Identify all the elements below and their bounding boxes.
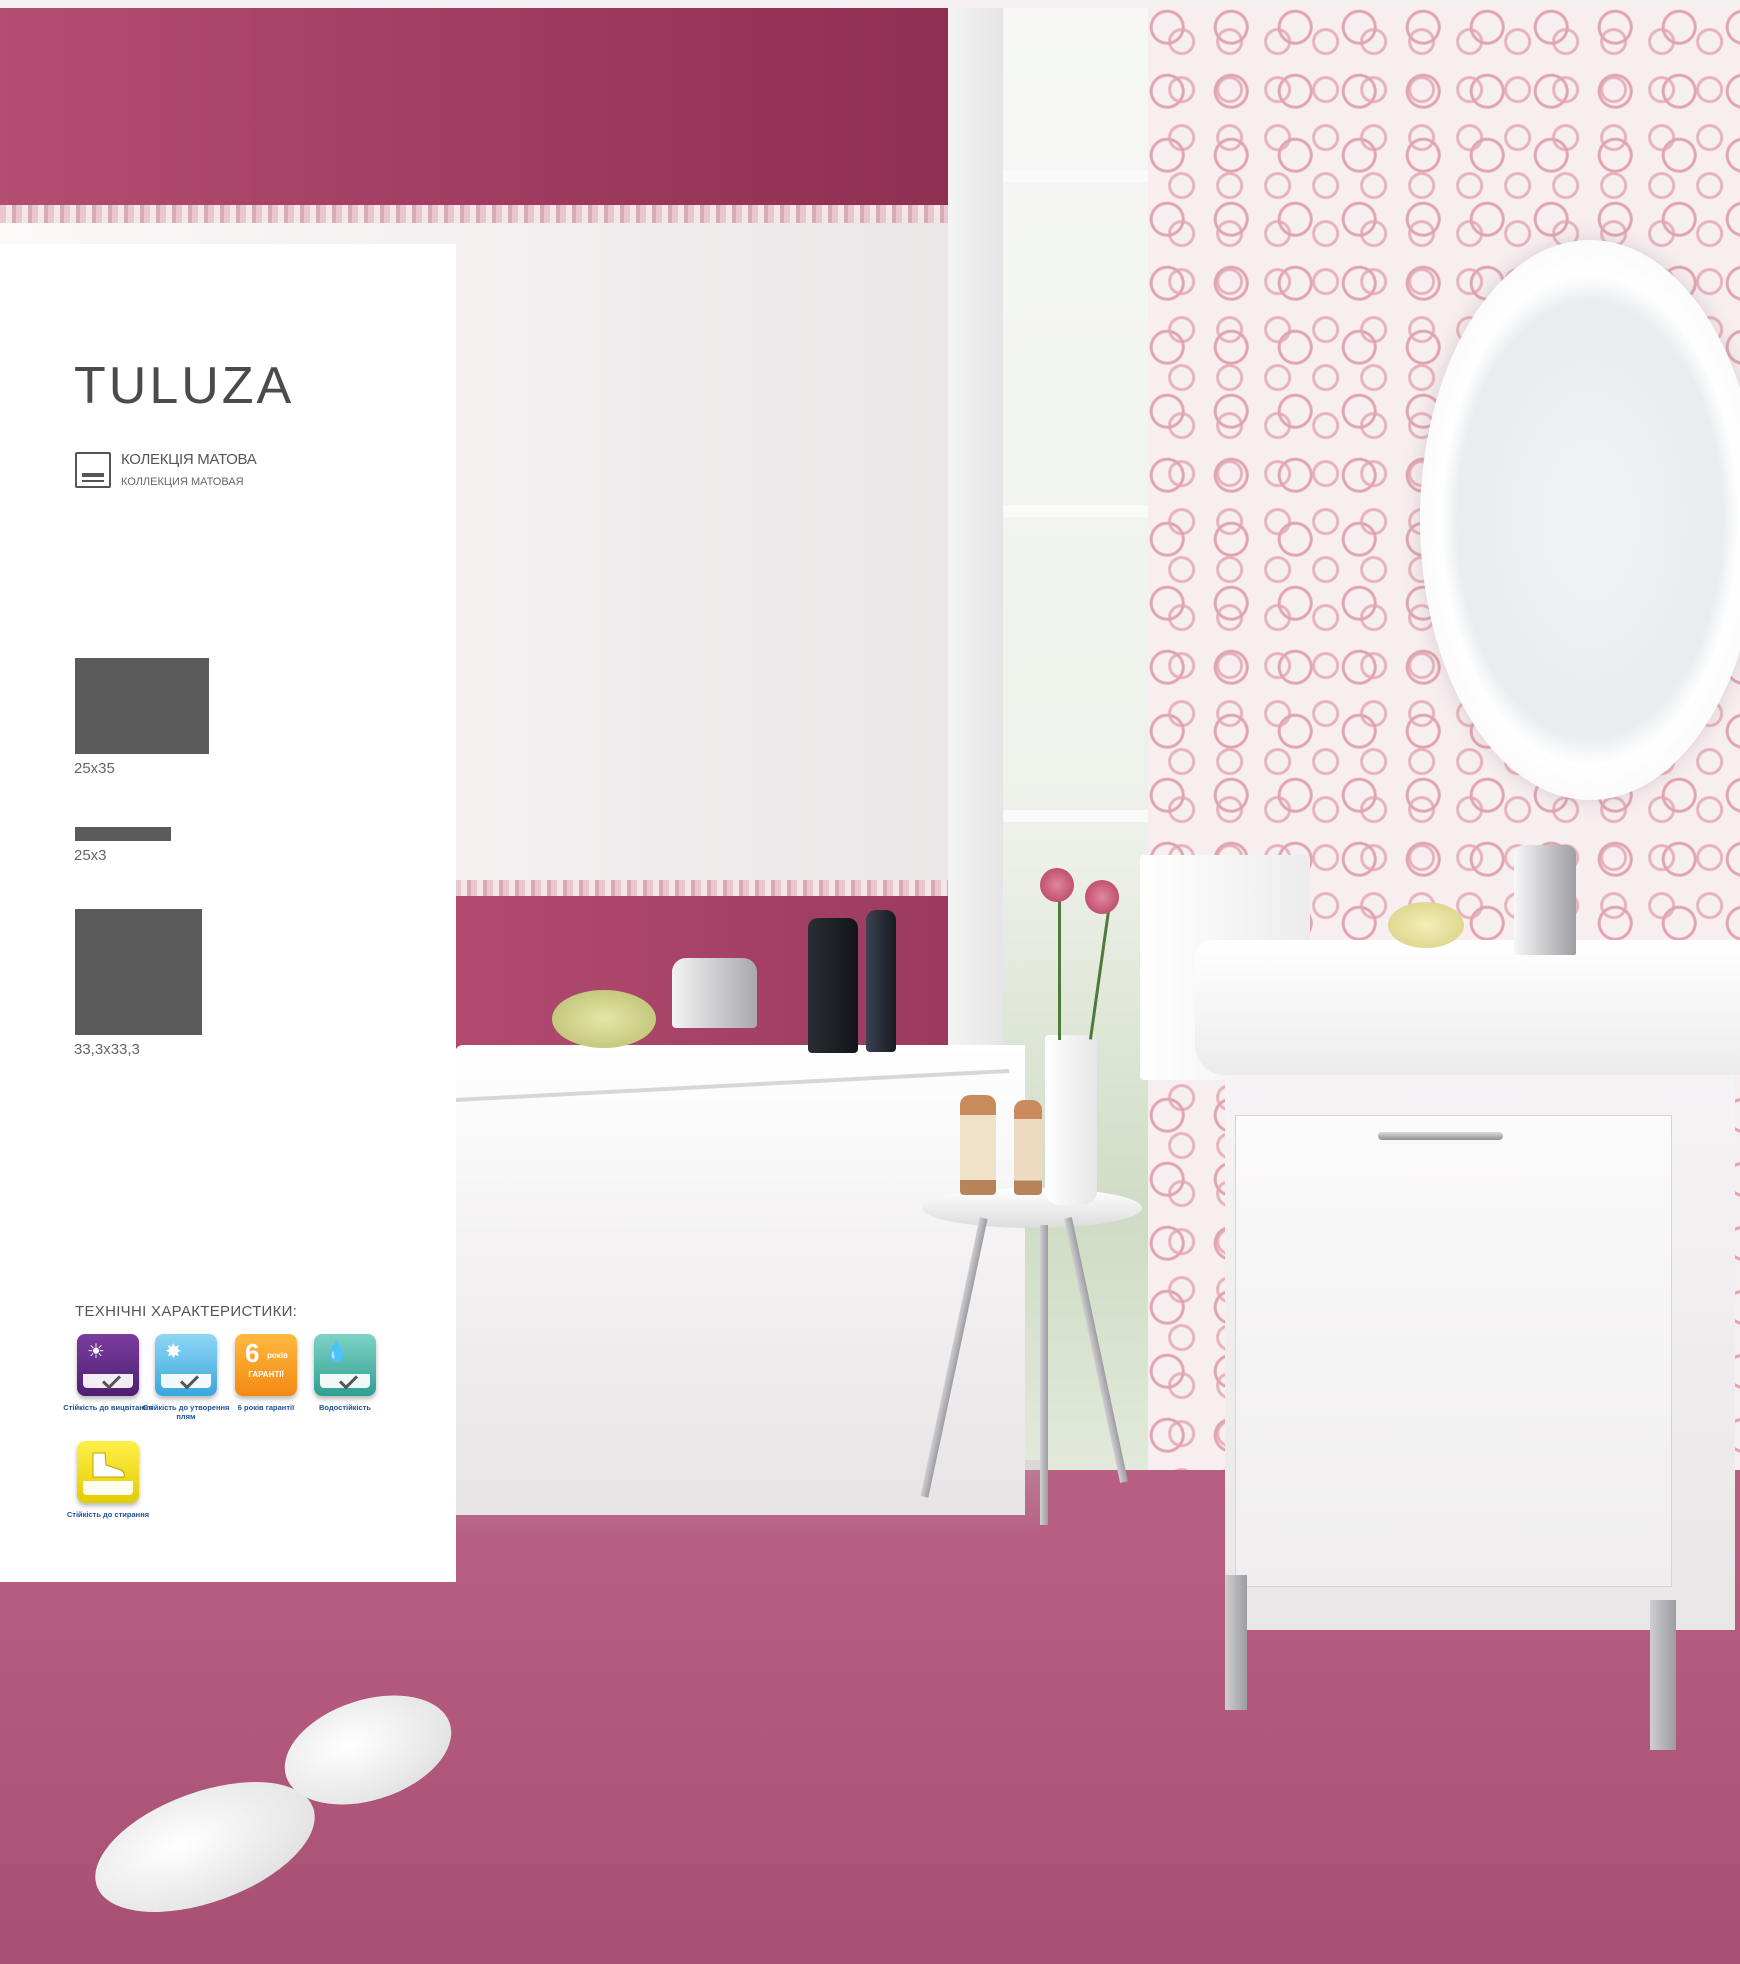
washbasin bbox=[1195, 940, 1740, 1075]
cabinet-handle bbox=[1378, 1132, 1503, 1140]
feature-water-resistance: 💧 Водостійкість bbox=[300, 1334, 390, 1412]
soap bbox=[1388, 902, 1464, 948]
finish-label-ru: КОЛЛЕКЦИЯ МАТОВАЯ bbox=[121, 476, 244, 488]
flower-stem bbox=[1058, 900, 1061, 1040]
rose-flower bbox=[1085, 880, 1119, 914]
gel-bottle bbox=[866, 910, 896, 1052]
stool-leg bbox=[1040, 1225, 1048, 1525]
basin-faucet bbox=[1514, 845, 1576, 955]
feature-label: Стійкість до вицвітання bbox=[63, 1403, 153, 1412]
rose-flower bbox=[1040, 868, 1074, 902]
feature-label: Стійкість до утворення плям bbox=[142, 1403, 230, 1421]
shampoo-bottle bbox=[808, 918, 858, 1053]
feature-label: Стійкість до стирання bbox=[66, 1510, 150, 1519]
sponge bbox=[552, 990, 656, 1048]
sun-fade-icon: ☀ bbox=[77, 1334, 139, 1396]
round-mirror bbox=[1420, 240, 1740, 800]
tile-size-label: 25x35 bbox=[74, 760, 115, 777]
feature-fade-resistance: ☀ Стійкість до вицвітання bbox=[63, 1334, 153, 1412]
feature-stain-resistance: ✸ Стійкість до утворення плям bbox=[141, 1334, 231, 1421]
bath-faucet bbox=[672, 958, 757, 1028]
matte-finish-icon bbox=[75, 452, 111, 488]
vase bbox=[1045, 1035, 1097, 1205]
feature-label: 6 років гарантії bbox=[237, 1403, 295, 1412]
warranty-icon: 6 років ГАРАНТІЇ bbox=[235, 1334, 297, 1396]
cabinet-leg bbox=[1650, 1600, 1676, 1750]
boot-icon bbox=[77, 1441, 139, 1503]
cabinet-leg bbox=[1225, 1575, 1247, 1710]
window-mullion bbox=[1003, 810, 1148, 822]
feature-label: Водостійкість bbox=[319, 1403, 371, 1412]
tile-swatch-33x33 bbox=[75, 909, 202, 1035]
window-mullion bbox=[1003, 505, 1148, 517]
stain-icon: ✸ bbox=[155, 1334, 217, 1396]
decor-border-upper bbox=[0, 205, 948, 223]
decor-border-lower bbox=[455, 880, 948, 896]
tile-swatch-25x3 bbox=[75, 827, 171, 841]
tech-specs-heading: ТЕХНІЧНІ ХАРАКТЕРИСТИКИ: bbox=[75, 1303, 298, 1320]
product-info-panel: TULUZA КОЛЕКЦІЯ МАТОВА КОЛЛЕКЦИЯ МАТОВАЯ… bbox=[0, 244, 456, 1582]
window-mullion bbox=[1003, 170, 1148, 182]
feature-abrasion-resistance: Стійкість до стирання bbox=[63, 1441, 153, 1519]
finish-label-ua: КОЛЕКЦІЯ МАТОВА bbox=[121, 451, 257, 468]
lotion-bottle bbox=[960, 1095, 996, 1195]
lotion-bottle bbox=[1014, 1100, 1042, 1195]
tile-size-label: 25x3 bbox=[74, 847, 107, 864]
water-drop-icon: 💧 bbox=[314, 1334, 376, 1396]
feature-warranty: 6 років ГАРАНТІЇ 6 років гарантії bbox=[221, 1334, 311, 1412]
magenta-wall-upper bbox=[0, 8, 948, 230]
tile-swatch-25x35 bbox=[75, 658, 209, 754]
collection-title: TULUZA bbox=[74, 357, 295, 415]
tile-size-label: 33,3x33,3 bbox=[74, 1041, 140, 1058]
vanity-door bbox=[1235, 1115, 1672, 1587]
